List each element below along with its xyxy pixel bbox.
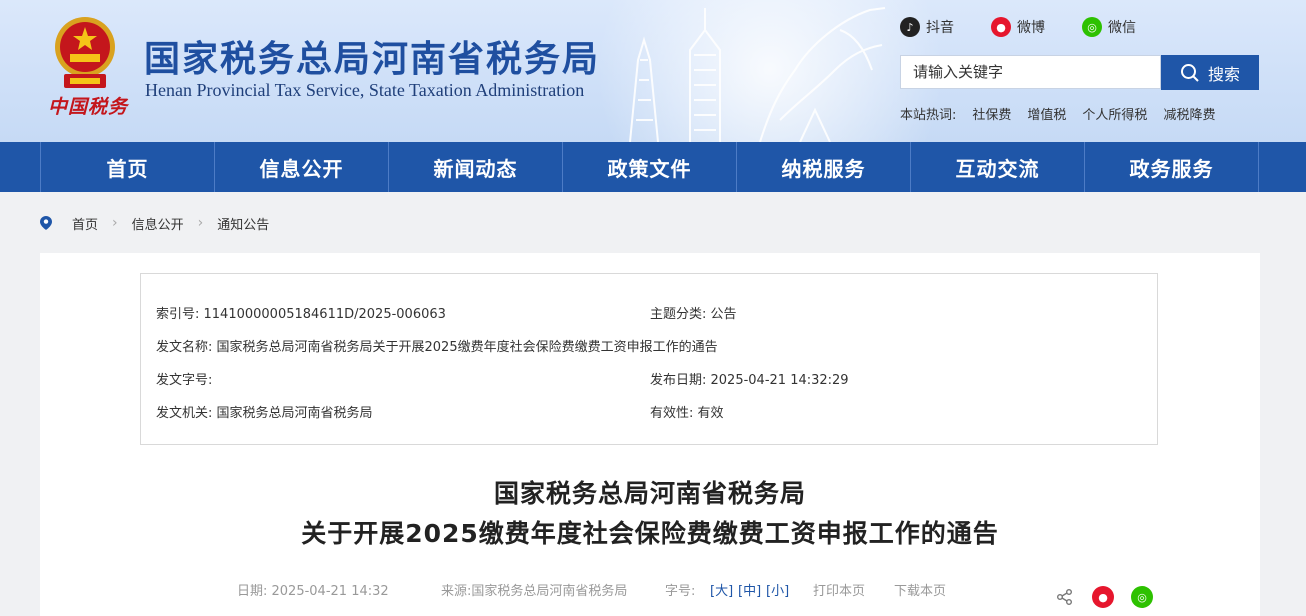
social-weibo-label: 微博 bbox=[1017, 20, 1045, 36]
document-metadata-table: 索引号: 11410000005184611D/2025-006063 主题分类… bbox=[140, 273, 1158, 445]
font-size-large-button[interactable]: [大] bbox=[710, 584, 733, 599]
meta-doc-name: 发文名称: 国家税务总局河南省税务局关于开展2025缴费年度社会保险费缴费工资申… bbox=[156, 340, 718, 355]
breadcrumb-home[interactable]: 首页 bbox=[72, 214, 98, 233]
nav-item-tax-service[interactable]: 纳税服务 bbox=[736, 142, 910, 192]
search-icon bbox=[1180, 63, 1199, 82]
meta-category: 主题分类: 公告 bbox=[650, 307, 737, 322]
site-header: 中国税务 国家税务总局河南省税务局 Henan Provincial Tax S… bbox=[0, 0, 1306, 142]
nav-item-home[interactable]: 首页 bbox=[40, 142, 214, 192]
font-size-label: 字号: bbox=[665, 584, 696, 599]
article-title-line2: 关于开展2025缴费年度社会保险费缴费工资申报工作的通告 bbox=[301, 519, 999, 548]
search-input[interactable] bbox=[900, 55, 1161, 89]
hot-word-link[interactable]: 社保费 bbox=[972, 104, 1011, 123]
douyin-icon: ♪ bbox=[900, 17, 920, 37]
hot-word-link[interactable]: 减税降费 bbox=[1163, 104, 1215, 123]
social-douyin-link[interactable]: ♪ 抖音 bbox=[900, 17, 954, 37]
font-size-medium-button[interactable]: [中] bbox=[738, 584, 761, 599]
national-emblem-icon bbox=[55, 17, 115, 88]
social-wechat-label: 微信 bbox=[1108, 20, 1136, 36]
search-button[interactable]: 搜索 bbox=[1161, 55, 1259, 90]
site-subtitle: Henan Provincial Tax Service, State Taxa… bbox=[145, 80, 585, 100]
breadcrumb: 首页 › 信息公开 › 通知公告 bbox=[40, 213, 269, 233]
print-page-link[interactable]: 打印本页 bbox=[813, 580, 865, 599]
wechat-icon: ◎ bbox=[1137, 590, 1147, 604]
share-icon[interactable] bbox=[1054, 586, 1076, 608]
logo-script-text: 中国税务 bbox=[48, 96, 129, 118]
search-button-label: 搜索 bbox=[1207, 64, 1240, 84]
meta-issuer: 发文机关: 国家税务总局河南省税务局 bbox=[156, 406, 373, 421]
meta-validity: 有效性: 有效 bbox=[650, 406, 724, 421]
download-page-link[interactable]: 下载本页 bbox=[894, 580, 946, 599]
content-panel: 索引号: 11410000005184611D/2025-006063 主题分类… bbox=[40, 253, 1260, 616]
hot-words: 本站热词: 社保费 增值税 个人所得税 减税降费 bbox=[900, 104, 1215, 123]
meta-pub-date: 发布日期: 2025-04-21 14:32:29 bbox=[650, 373, 849, 388]
main-nav: 首页 信息公开 新闻动态 政策文件 纳税服务 互动交流 政务服务 bbox=[0, 142, 1306, 192]
weibo-icon: ● bbox=[1098, 590, 1108, 604]
font-size-small-button[interactable]: [小] bbox=[766, 584, 789, 599]
article-title-line1: 国家税务总局河南省税务局 bbox=[493, 479, 806, 508]
meta-doc-no: 发文字号: bbox=[156, 373, 213, 388]
hot-word-link[interactable]: 个人所得税 bbox=[1082, 104, 1147, 123]
chevron-right-icon: › bbox=[112, 215, 118, 231]
nav-item-policy[interactable]: 政策文件 bbox=[562, 142, 736, 192]
wechat-icon: ◎ bbox=[1082, 17, 1102, 37]
site-title[interactable]: 国家税务总局河南省税务局 bbox=[144, 30, 600, 82]
meta-index-no: 索引号: 11410000005184611D/2025-006063 bbox=[156, 307, 446, 322]
nav-item-news[interactable]: 新闻动态 bbox=[388, 142, 562, 192]
breadcrumb-info-disclosure[interactable]: 信息公开 bbox=[132, 214, 184, 233]
social-wechat-link[interactable]: ◎ 微信 bbox=[1082, 17, 1136, 37]
hot-words-label: 本站热词: bbox=[900, 108, 957, 123]
hot-word-link[interactable]: 增值税 bbox=[1027, 104, 1066, 123]
article-date: 日期: 2025-04-21 14:32 bbox=[237, 584, 389, 599]
nav-item-info-disclosure[interactable]: 信息公开 bbox=[214, 142, 388, 192]
city-skyline-illustration bbox=[629, 7, 886, 142]
weibo-icon: ● bbox=[991, 17, 1011, 37]
social-douyin-label: 抖音 bbox=[926, 20, 954, 36]
wechat-share-icon[interactable]: ◎ bbox=[1131, 586, 1153, 608]
chevron-right-icon: › bbox=[197, 215, 204, 231]
article-source: 来源:国家税务总局河南省税务局 bbox=[441, 584, 628, 599]
nav-item-gov-service[interactable]: 政务服务 bbox=[1084, 142, 1259, 192]
breadcrumb-notices[interactable]: 通知公告 bbox=[217, 214, 269, 233]
weibo-share-icon[interactable]: ● bbox=[1092, 586, 1114, 608]
location-pin-icon bbox=[40, 216, 52, 230]
social-weibo-link[interactable]: ● 微博 bbox=[991, 17, 1045, 37]
nav-item-interaction[interactable]: 互动交流 bbox=[910, 142, 1084, 192]
